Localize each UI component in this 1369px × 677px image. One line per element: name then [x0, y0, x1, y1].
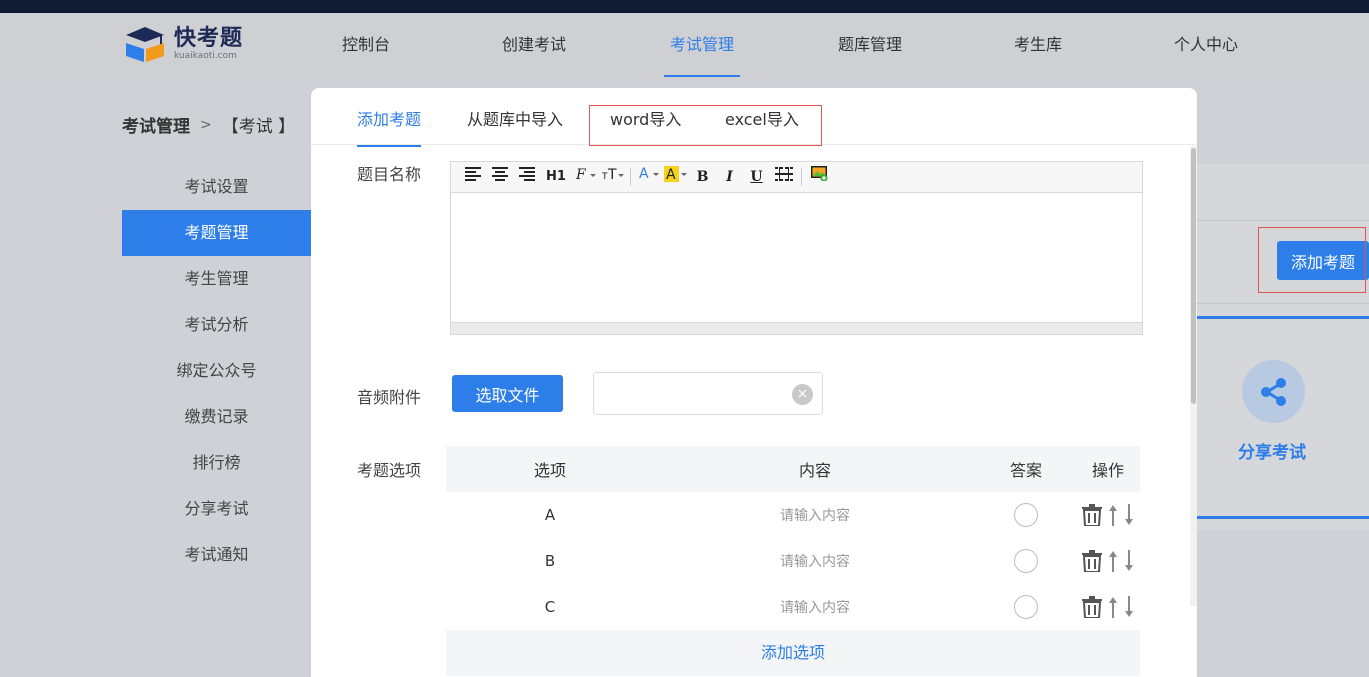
option-content-input[interactable]: 请输入内容	[654, 505, 976, 525]
sidebar-item-candidate-management[interactable]: 考生管理	[122, 256, 311, 302]
option-content-input[interactable]: 请输入内容	[654, 597, 976, 617]
sidebar-item-bind-account[interactable]: 绑定公众号	[122, 348, 311, 394]
svg-text:A: A	[666, 167, 676, 183]
question-name-label: 题目名称	[357, 165, 422, 184]
rich-text-editor: H1 F TT A A B I U	[450, 161, 1143, 335]
bold-icon[interactable]: B	[689, 165, 716, 189]
toolbar-divider	[801, 168, 802, 186]
audio-attachment-label: 音频附件	[357, 388, 422, 407]
highlight-box	[589, 105, 822, 146]
accent-bar	[1197, 516, 1369, 519]
option-letter: A	[544, 506, 556, 524]
font-family-icon[interactable]: F	[572, 165, 599, 189]
nav-dashboard[interactable]: 控制台	[282, 13, 450, 76]
add-option-button[interactable]: 添加选项	[446, 630, 1140, 676]
align-right-icon[interactable]	[513, 165, 540, 189]
sidebar-item-payment-records[interactable]: 缴费记录	[122, 394, 311, 440]
answer-radio[interactable]	[1014, 549, 1038, 573]
italic-icon[interactable]: I	[716, 165, 743, 189]
question-name-editor[interactable]	[451, 193, 1142, 322]
align-left-icon[interactable]	[459, 165, 486, 189]
share-icon[interactable]	[1242, 360, 1305, 423]
breadcrumb-current: 【考试 】	[221, 117, 296, 137]
trash-icon[interactable]	[1082, 596, 1102, 618]
nav-profile[interactable]: 个人中心	[1122, 13, 1290, 76]
heading-icon[interactable]: H1	[540, 165, 572, 189]
sidebar-item-share-exam[interactable]: 分享考试	[122, 486, 311, 532]
sidebar-item-exam-notice[interactable]: 考试通知	[122, 532, 311, 578]
table-row: C 请输入内容	[446, 584, 1140, 630]
option-letter: C	[544, 598, 556, 616]
main-nav: 控制台 创建考试 考试管理 题库管理 考生库 个人中心	[282, 13, 1290, 77]
nav-create-exam[interactable]: 创建考试	[450, 13, 618, 76]
highlight-color-icon[interactable]: A	[662, 165, 689, 189]
question-options-label: 考题选项	[357, 461, 422, 480]
tab-import-from-bank[interactable]: 从题库中导入	[467, 106, 563, 130]
option-content-input[interactable]: 请输入内容	[654, 551, 976, 571]
nav-question-bank[interactable]: 题库管理	[786, 13, 954, 76]
highlight-box	[1258, 227, 1366, 293]
scrollbar-thumb[interactable]	[1191, 148, 1196, 404]
accent-bar	[1197, 316, 1369, 319]
table-header: 选项 内容 答案 操作	[446, 446, 1140, 492]
answer-radio[interactable]	[1014, 503, 1038, 527]
font-color-icon[interactable]: A	[635, 165, 662, 189]
nav-candidates[interactable]: 考生库	[954, 13, 1122, 76]
sidebar-item-leaderboard[interactable]: 排行榜	[122, 440, 311, 486]
header-option: 选项	[533, 461, 566, 480]
share-exam-label[interactable]: 分享考试	[1222, 438, 1322, 463]
trash-icon[interactable]	[1082, 504, 1102, 526]
trash-icon[interactable]	[1082, 550, 1102, 572]
brand-domain: kuaikaoti.com	[174, 50, 237, 61]
editor-toolbar: H1 F TT A A B I U	[451, 162, 1142, 193]
arrow-up-icon[interactable]	[1108, 550, 1118, 572]
svg-text:F: F	[576, 167, 587, 181]
header-answer: 答案	[1009, 461, 1042, 480]
divider	[1197, 303, 1369, 304]
nav-exam-management[interactable]: 考试管理	[618, 13, 786, 77]
sidebar-item-exam-analysis[interactable]: 考试分析	[122, 302, 311, 348]
table-icon[interactable]	[770, 165, 797, 189]
toolbar-divider	[630, 168, 631, 186]
arrow-down-icon[interactable]	[1124, 596, 1134, 618]
add-question-modal: 添加考题 从题库中导入 word导入 excel导入 题目名称 H1 F TT	[311, 88, 1197, 677]
breadcrumb-separator: >	[200, 116, 212, 133]
insert-image-icon[interactable]	[806, 165, 833, 189]
arrow-up-icon[interactable]	[1108, 596, 1118, 618]
header-content: 内容	[798, 461, 831, 480]
clear-icon[interactable]: ×	[792, 384, 813, 405]
file-name-input[interactable]	[593, 372, 823, 415]
table-row: A 请输入内容	[446, 492, 1140, 538]
right-panel	[1197, 164, 1369, 530]
header: 快考题 kuaikaoti.com 控制台 创建考试 考试管理 题库管理 考生库…	[0, 13, 1369, 77]
table-row: B 请输入内容	[446, 538, 1140, 584]
option-letter: B	[544, 552, 556, 570]
font-size-icon[interactable]: TT	[599, 165, 626, 189]
modal-tabs: 添加考题 从题库中导入 word导入 excel导入	[311, 88, 1197, 147]
underline-icon[interactable]: U	[743, 165, 770, 189]
breadcrumb: 考试管理 > 【考试 】	[122, 112, 296, 138]
pick-file-button[interactable]: 选取文件	[452, 375, 563, 412]
logo[interactable]: 快考题 kuaikaoti.com	[122, 25, 243, 63]
breadcrumb-section[interactable]: 考试管理	[122, 112, 190, 137]
arrow-down-icon[interactable]	[1124, 550, 1134, 572]
arrow-up-icon[interactable]	[1108, 504, 1118, 526]
sidebar: 考试设置 考题管理 考生管理 考试分析 绑定公众号 缴费记录 排行榜 分享考试 …	[122, 164, 311, 578]
svg-text:A: A	[639, 166, 649, 181]
top-strip	[0, 0, 1369, 13]
brand-name: 快考题	[174, 25, 244, 51]
logo-book-icon	[122, 25, 168, 63]
sidebar-item-question-management[interactable]: 考题管理	[122, 210, 311, 256]
divider	[1197, 220, 1369, 221]
sidebar-item-exam-settings[interactable]: 考试设置	[122, 164, 311, 210]
header-actions: 操作	[1091, 461, 1124, 480]
align-center-icon[interactable]	[486, 165, 513, 189]
editor-statusbar	[451, 322, 1142, 334]
svg-text:T: T	[607, 167, 617, 181]
options-table: 选项 内容 答案 操作 A 请输入内容 B 请输入内容 C 请输入内容 添加选项	[446, 446, 1140, 676]
answer-radio[interactable]	[1014, 595, 1038, 619]
arrow-down-icon[interactable]	[1124, 504, 1134, 526]
tab-add-question[interactable]: 添加考题	[357, 106, 422, 147]
